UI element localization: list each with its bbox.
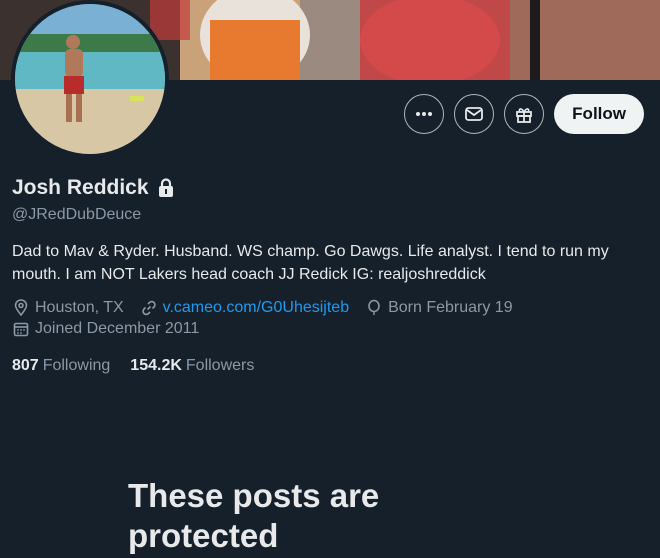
balloon-icon xyxy=(368,299,380,315)
followers-link[interactable]: 154.2K Followers xyxy=(130,357,254,375)
profile-meta-row-1: Houston, TX v.cameo.com/G0Uhesijteb Born… xyxy=(12,299,529,317)
location-item: Houston, TX xyxy=(12,299,124,317)
following-link[interactable]: 807 Following xyxy=(12,357,110,375)
link-icon xyxy=(141,300,156,316)
follow-button[interactable]: Follow xyxy=(554,94,644,134)
following-count: 807 xyxy=(12,357,39,374)
location-pin-icon xyxy=(14,299,28,317)
profile-avatar[interactable] xyxy=(11,0,169,158)
birthday-item: Born February 19 xyxy=(365,299,513,317)
calendar-icon xyxy=(13,322,29,337)
display-name: Josh Reddick xyxy=(12,176,149,199)
website-item: v.cameo.com/G0Uhesijteb xyxy=(140,299,349,317)
location-text: Houston, TX xyxy=(35,299,124,316)
message-button[interactable] xyxy=(454,94,495,134)
envelope-icon xyxy=(465,107,484,121)
protected-posts-heading: These posts are protected xyxy=(128,477,380,554)
gift-icon xyxy=(516,108,533,123)
more-icon xyxy=(416,112,433,116)
following-label: Following xyxy=(42,357,111,374)
birthday-text: Born February 19 xyxy=(388,299,513,316)
profile-bio: Dad to Mav & Ryder. Husband. WS champ. G… xyxy=(12,243,609,283)
avatar-photo xyxy=(15,4,165,154)
name-row: Josh Reddick xyxy=(12,176,175,200)
followers-count: 154.2K xyxy=(130,357,182,374)
profile-meta-row-2: Joined December 2011 xyxy=(12,320,215,338)
followers-label: Followers xyxy=(185,357,255,374)
more-options-button[interactable] xyxy=(404,94,445,134)
lock-icon xyxy=(158,178,173,197)
user-handle: @JRedDubDeuce xyxy=(12,206,142,223)
website-link[interactable]: v.cameo.com/G0Uhesijteb xyxy=(163,299,349,317)
joined-item: Joined December 2011 xyxy=(12,320,199,338)
subscribe-gift-button[interactable] xyxy=(504,94,545,134)
profile-actions: Follow xyxy=(404,94,644,134)
follow-stats: 807 Following 154.2K Followers xyxy=(12,357,254,375)
joined-text: Joined December 2011 xyxy=(35,320,200,337)
